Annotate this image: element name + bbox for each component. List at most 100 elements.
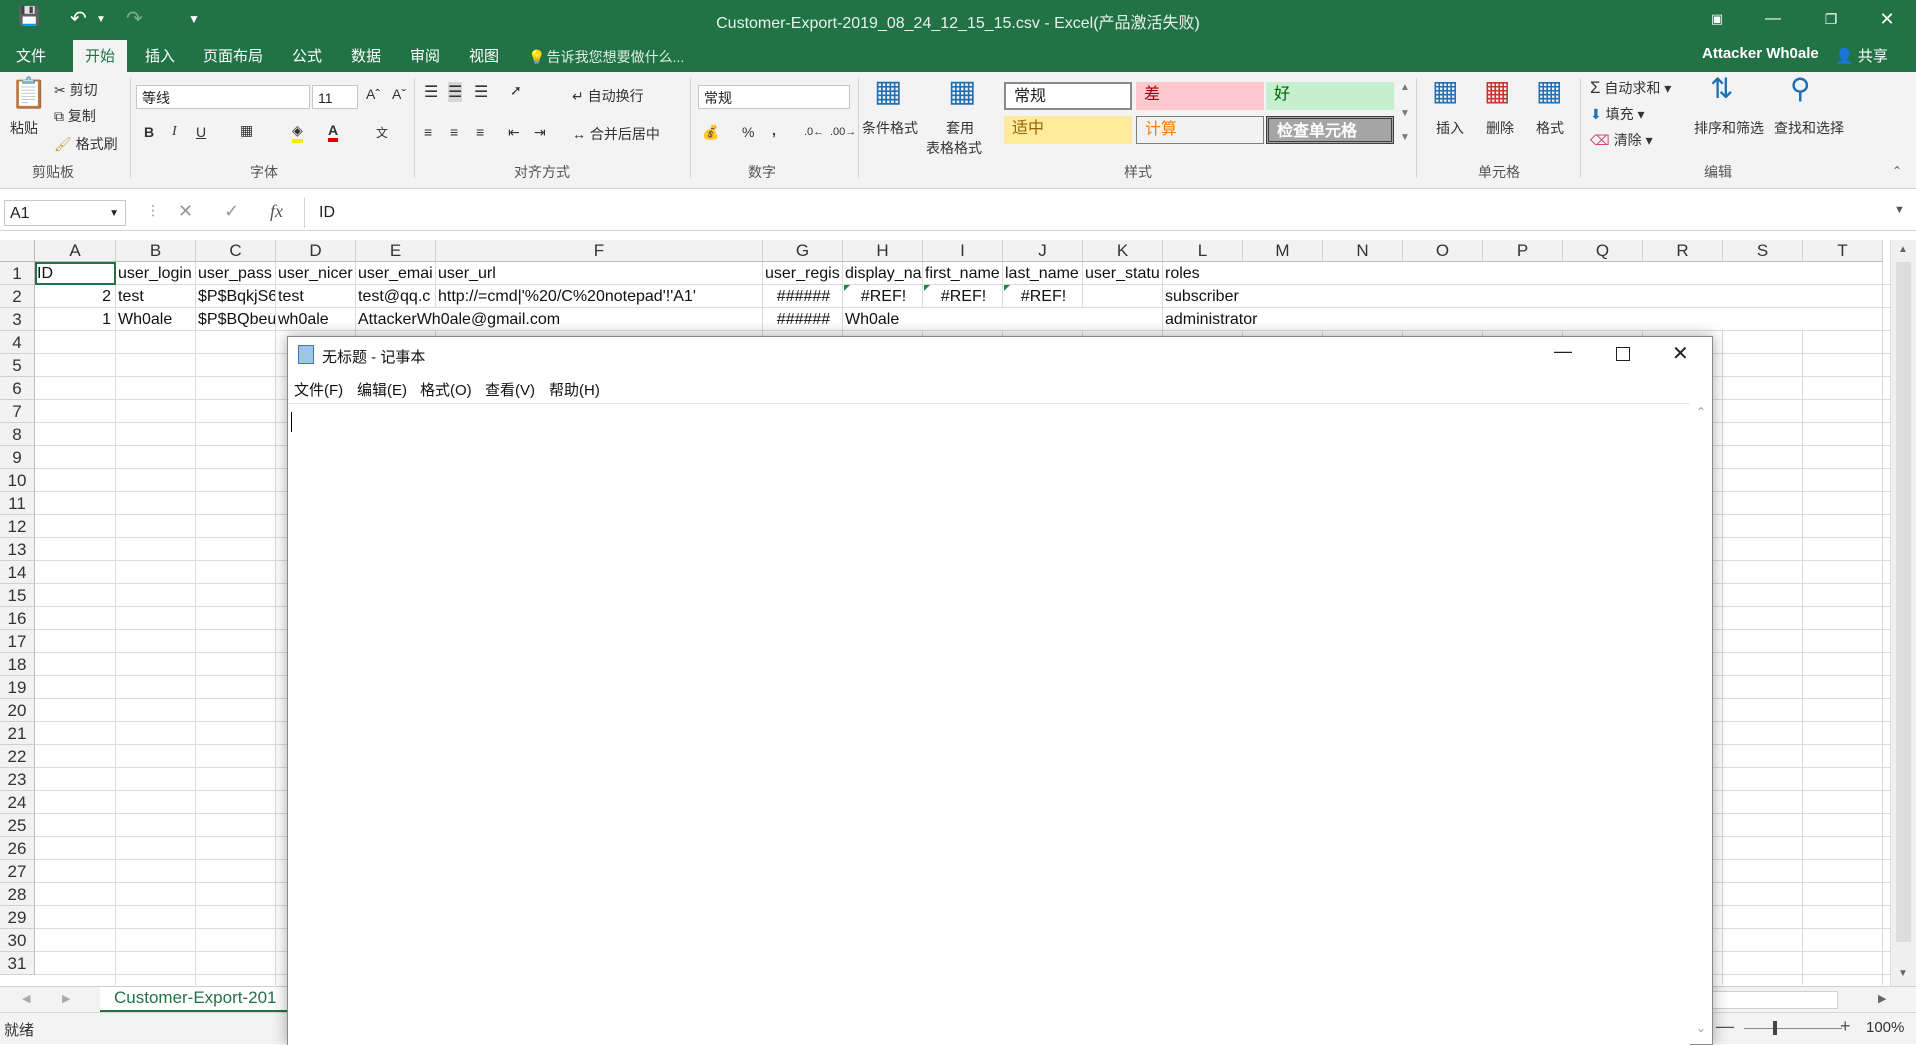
confirm-entry-icon[interactable]: ✓ [224, 201, 239, 222]
notepad-maximize-button[interactable] [1616, 347, 1630, 361]
column-header[interactable]: A [35, 240, 116, 262]
column-header[interactable]: C [196, 240, 276, 262]
format-cells-button[interactable]: 格式 [1536, 118, 1564, 138]
align-middle-icon[interactable]: ☰ [448, 82, 463, 102]
orientation-icon[interactable]: ➚ [510, 82, 522, 99]
cell[interactable]: user_regis [763, 262, 842, 284]
close-button[interactable]: ✕ [1864, 4, 1910, 34]
underline-button[interactable]: U [196, 124, 206, 140]
ribbon-display-icon[interactable]: ▣ [1694, 4, 1740, 34]
cut-button[interactable]: ✂ 剪切 [54, 80, 98, 100]
sheet-tab-active[interactable]: Customer-Export-201 [100, 987, 290, 1013]
autosum-button[interactable]: Σ 自动求和 ▾ [1590, 78, 1671, 98]
row-header[interactable]: 8 [0, 423, 35, 446]
style-normal[interactable]: 常规 [1004, 82, 1132, 110]
column-header[interactable]: E [356, 240, 436, 262]
styles-scroll-up-icon[interactable]: ▲ [1400, 82, 1410, 93]
cell[interactable]: user_statu [1083, 262, 1162, 284]
cell[interactable]: ###### [763, 308, 842, 330]
cell[interactable]: http://=cmd|'%20/C%20notepad'!'A1' [436, 285, 762, 307]
format-cells-icon[interactable]: ▦ [1536, 74, 1562, 107]
row-header[interactable]: 31 [0, 952, 35, 975]
accounting-format-icon[interactable]: 💰 [702, 124, 719, 141]
column-header[interactable]: L [1163, 240, 1243, 262]
row-header[interactable]: 19 [0, 676, 35, 699]
row-header[interactable]: 12 [0, 515, 35, 538]
cell[interactable]: user_emai [356, 262, 435, 284]
formula-input[interactable]: ID [304, 198, 1890, 228]
tab-home[interactable]: 开始 [73, 40, 128, 74]
cell[interactable]: ###### [763, 285, 842, 307]
style-calculation[interactable]: 计算 [1136, 116, 1264, 144]
cell[interactable]: test [276, 285, 355, 307]
align-bottom-icon[interactable]: ☰ [474, 82, 488, 102]
copy-button[interactable]: ⧉ 复制 [54, 106, 96, 126]
borders-icon[interactable]: ▦ [240, 122, 253, 139]
merge-center-button[interactable]: ↔ 合并后居中 [572, 124, 660, 144]
row-header[interactable]: 27 [0, 860, 35, 883]
column-header[interactable]: O [1403, 240, 1483, 262]
row-header[interactable]: 21 [0, 722, 35, 745]
cell[interactable]: 1 [35, 308, 115, 330]
column-header[interactable]: P [1483, 240, 1563, 262]
row-header[interactable]: 11 [0, 492, 35, 515]
row-header[interactable]: 9 [0, 446, 35, 469]
cell[interactable]: user_nicer [276, 262, 355, 284]
row-header[interactable]: 14 [0, 561, 35, 584]
notepad-text-area[interactable] [288, 403, 1690, 1045]
column-header[interactable]: H [843, 240, 923, 262]
zoom-out-icon[interactable]: — [1716, 1016, 1734, 1037]
fill-button[interactable]: ⬇ 填充 ▾ [1590, 104, 1645, 124]
column-header[interactable]: G [763, 240, 843, 262]
horizontal-scrollbar[interactable] [1712, 991, 1838, 1009]
cell[interactable]: user_login [116, 262, 195, 284]
find-select-button[interactable]: 查找和选择 [1774, 118, 1844, 138]
zoom-level[interactable]: 100% [1866, 1019, 1904, 1036]
column-header[interactable]: B [116, 240, 196, 262]
name-box[interactable]: A1 ▼ [4, 200, 126, 226]
tab-view[interactable]: 视图 [469, 45, 499, 66]
cell[interactable]: Wh0ale [116, 308, 195, 330]
delete-cells-button[interactable]: 删除 [1486, 118, 1514, 138]
row-header[interactable]: 6 [0, 377, 35, 400]
style-good[interactable]: 好 [1266, 82, 1394, 110]
row-header[interactable]: 20 [0, 699, 35, 722]
cell[interactable]: Wh0ale [843, 308, 1162, 330]
minimize-button[interactable]: — [1750, 4, 1796, 34]
column-header[interactable]: F [436, 240, 763, 262]
styles-scroll-down-icon[interactable]: ▼ [1400, 108, 1410, 119]
row-header[interactable]: 13 [0, 538, 35, 561]
conditional-format-icon[interactable]: ▦ [874, 74, 902, 109]
cell[interactable]: roles [1163, 262, 1882, 284]
cancel-entry-icon[interactable]: ✕ [178, 201, 193, 222]
expand-formula-bar-icon[interactable]: ▼ [1894, 204, 1905, 216]
style-bad[interactable]: 差 [1136, 82, 1264, 110]
row-header[interactable]: 25 [0, 814, 35, 837]
account-name[interactable]: Attacker Wh0ale [1702, 45, 1819, 62]
cell[interactable]: AttackerWh0ale@gmail.com [356, 308, 762, 330]
tab-page-layout[interactable]: 页面布局 [203, 45, 263, 66]
row-header[interactable]: 17 [0, 630, 35, 653]
collapse-ribbon-icon[interactable]: ⌃ [1892, 164, 1902, 178]
row-header[interactable]: 1 [0, 262, 35, 285]
column-header[interactable]: K [1083, 240, 1163, 262]
cell[interactable]: last_name [1003, 262, 1082, 284]
scroll-down-icon[interactable]: ▼ [1898, 968, 1908, 979]
row-header[interactable]: 2 [0, 285, 35, 308]
row-header[interactable]: 3 [0, 308, 35, 331]
styles-more-icon[interactable]: ▼ [1400, 132, 1410, 143]
scroll-up-icon[interactable]: ▲ [1898, 244, 1908, 255]
notepad-close-button[interactable]: ✕ [1672, 341, 1689, 366]
scroll-thumb[interactable] [1896, 262, 1911, 942]
cell[interactable]: wh0ale [276, 308, 355, 330]
row-header[interactable]: 7 [0, 400, 35, 423]
share-button[interactable]: 👤 共享 [1835, 45, 1888, 66]
tell-me-search[interactable]: 💡 告诉我您想要做什么... [528, 47, 684, 67]
tab-review[interactable]: 审阅 [410, 45, 440, 66]
cell[interactable]: test@qq.c [356, 285, 435, 307]
sheet-next-icon[interactable]: ▶ [62, 992, 70, 1005]
insert-cells-button[interactable]: 插入 [1436, 118, 1464, 138]
hscroll-right-icon[interactable]: ▶ [1878, 992, 1886, 1005]
cell[interactable]: 2 [35, 285, 115, 307]
row-header[interactable]: 28 [0, 883, 35, 906]
